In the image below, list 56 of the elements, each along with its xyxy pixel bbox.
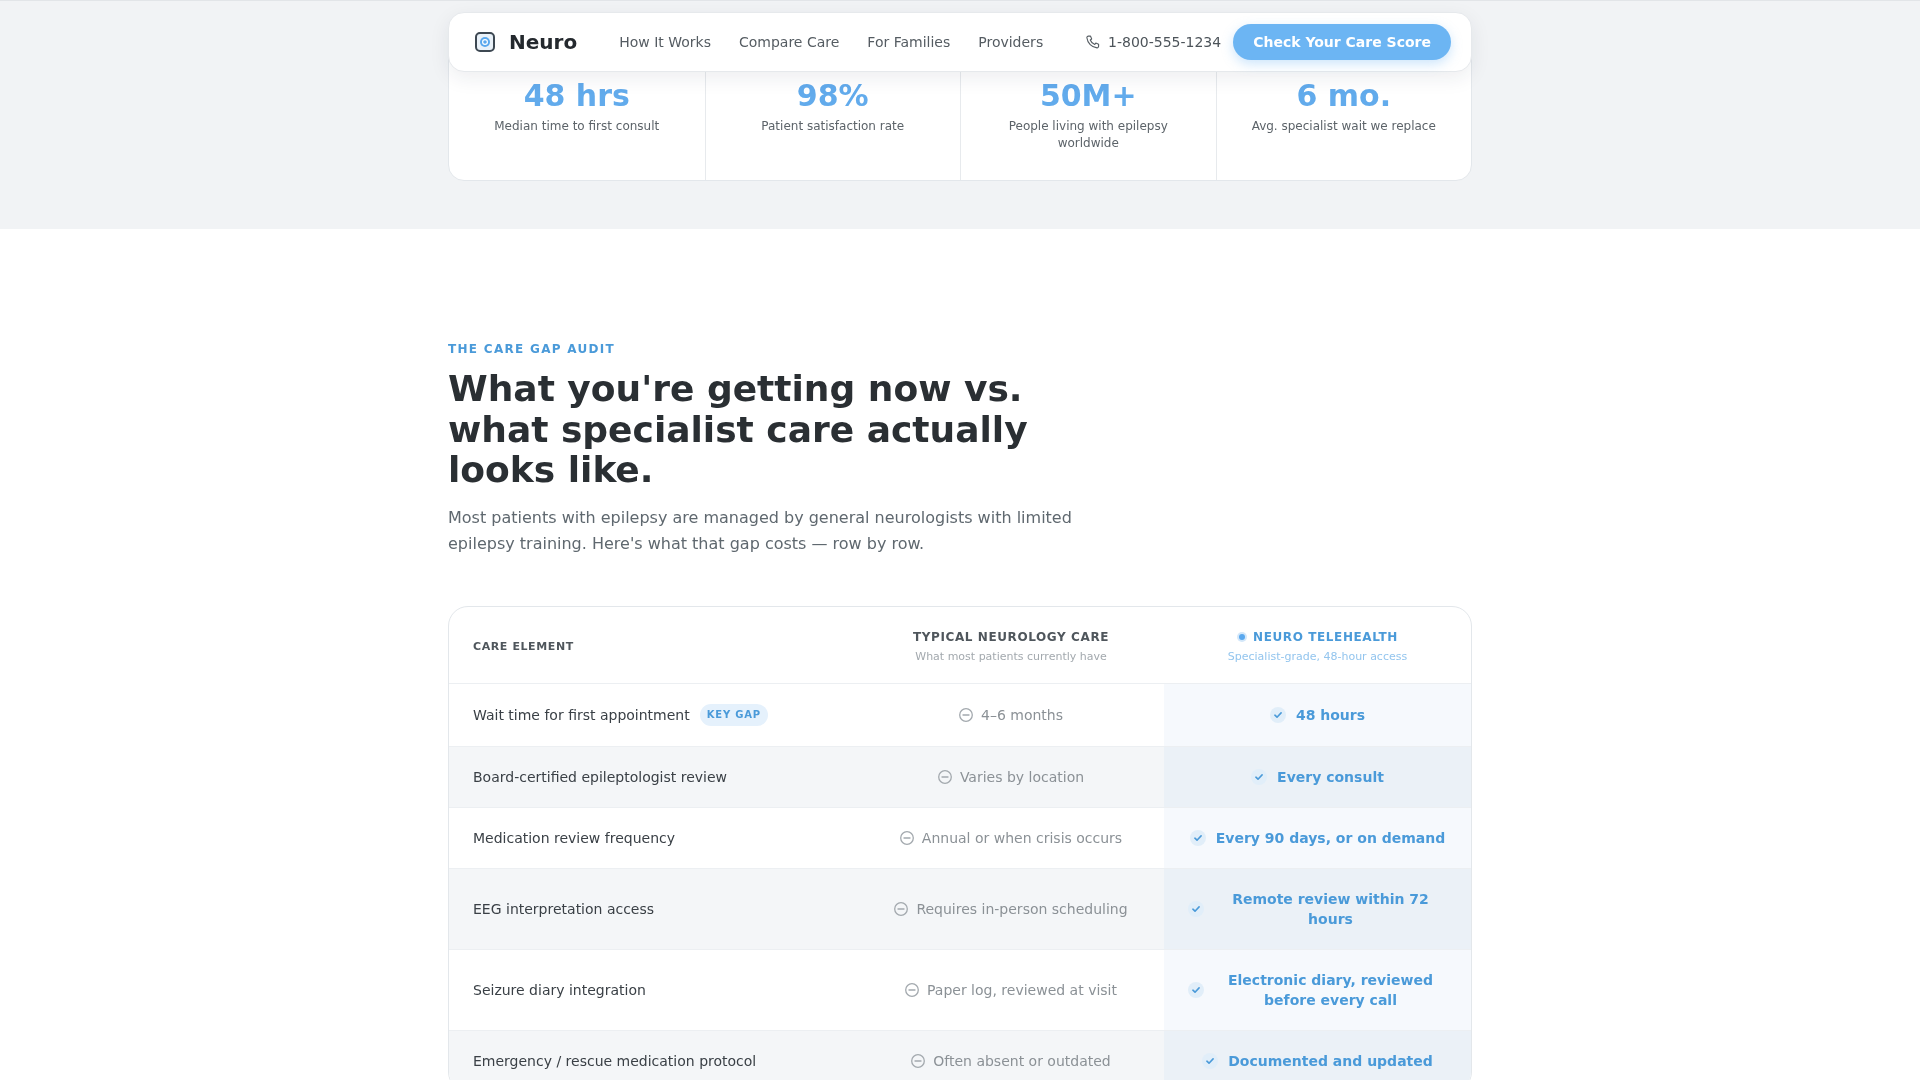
typical-care-text: Paper log, reviewed at visit	[927, 980, 1117, 1000]
care-element-label: Emergency / rescue medication protocol	[473, 1051, 757, 1071]
column-header: NEURO TELEHEALTH	[1253, 628, 1398, 645]
telehealth-care-text: Documented and updated	[1228, 1051, 1433, 1071]
column-subtitle: Specialist-grade, 48-hour access	[1227, 648, 1408, 665]
check-icon	[1202, 1052, 1219, 1069]
logo-icon[interactable]	[475, 32, 495, 52]
care-element-label: Wait time for first appointment	[473, 705, 690, 725]
typical-care-text: Requires in-person scheduling	[916, 899, 1128, 919]
nav-link[interactable]: Compare Care	[738, 34, 840, 50]
minus-circle-icon	[911, 1053, 926, 1068]
nav-link[interactable]: Providers	[978, 34, 1044, 50]
stat-value: 98%	[796, 78, 869, 114]
care-element-label: Seizure diary integration	[473, 980, 646, 1000]
telehealth-care-text: Electronic diary, reviewed before every call	[1227, 970, 1434, 1010]
key-gap-badge: KEY GAP	[699, 703, 768, 726]
stat-value: 6 mo.	[1296, 78, 1392, 114]
minus-circle-icon	[937, 769, 952, 784]
stat-label: Patient satisfaction rate	[761, 118, 905, 135]
nav-link[interactable]: How It Works	[619, 34, 711, 50]
dot-icon	[1237, 631, 1248, 642]
telehealth-care-text: 48 hours	[1295, 705, 1366, 725]
telehealth-care-text: Every 90 days, or on demand	[1215, 828, 1446, 848]
stat-label: Median time to first consult	[494, 118, 660, 135]
care-element-label: Board-certified epileptologist review	[473, 767, 727, 787]
minus-circle-icon	[959, 707, 973, 722]
care-element-label: EEG interpretation access	[473, 899, 655, 919]
column-header: TYPICAL NEUROLOGY CARE	[912, 628, 1110, 645]
typical-care-text: 4–6 months	[981, 705, 1063, 725]
stat-label: People living with epilepsy worldwide	[1007, 118, 1169, 152]
stat-value: 50M+	[1039, 78, 1137, 114]
telehealth-care-text: Remote review within 72 hours	[1231, 889, 1430, 929]
minus-circle-icon	[894, 901, 909, 916]
nav-link[interactable]: For Families	[867, 34, 951, 50]
column-subtitle: What most patients currently have	[915, 648, 1107, 665]
typical-care-text: Annual or when crisis occurs	[921, 828, 1123, 848]
check-icon	[1187, 900, 1204, 917]
section-intro: Most patients with epilepsy are managed by general neurologists with limited epilepsy training. Here's what that gap costs — row by row.	[448, 506, 1073, 555]
phone-icon	[1085, 34, 1100, 50]
brand-name[interactable]: Neuro	[509, 30, 578, 54]
minus-circle-icon	[899, 830, 914, 845]
typical-care-text: Often absent or outdated	[933, 1051, 1111, 1071]
care-element-label: Medication review frequency	[473, 828, 675, 848]
check-icon	[1187, 981, 1204, 998]
typical-care-text: Varies by location	[959, 767, 1085, 787]
telehealth-care-text: Every consult	[1277, 767, 1384, 787]
section-eyebrow: THE CARE GAP AUDIT	[448, 341, 617, 357]
check-icon	[1189, 829, 1206, 846]
section-heading: What you're getting now vs. what specialist care actually looks like.	[448, 369, 1029, 491]
minus-circle-icon	[905, 982, 919, 997]
check-icon	[1269, 706, 1286, 723]
stat-value: 48 hrs	[523, 78, 630, 114]
stat-label: Avg. specialist wait we replace	[1251, 118, 1436, 135]
column-header: CARE ELEMENT	[473, 638, 575, 655]
phone-link[interactable]: 1-800-555-1234	[1108, 34, 1222, 50]
check-icon	[1251, 768, 1268, 785]
